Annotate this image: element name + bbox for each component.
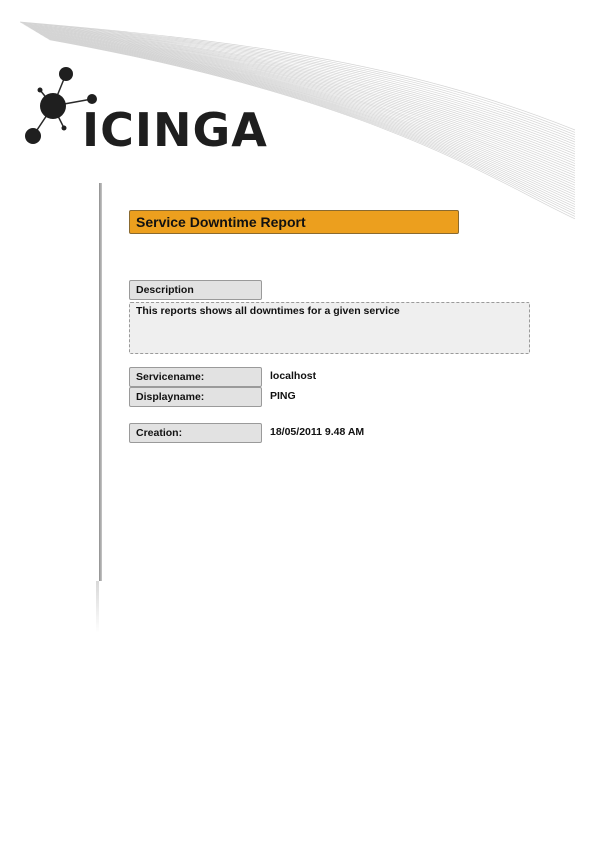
- displayname-value: PING: [270, 390, 296, 402]
- description-text: This reports shows all downtimes for a g…: [129, 302, 530, 354]
- displayname-label: Displayname:: [129, 387, 262, 407]
- creation-label: Creation:: [129, 423, 262, 443]
- left-vertical-rule: [99, 183, 102, 581]
- report-title: Service Downtime Report: [129, 210, 459, 234]
- servicename-value: localhost: [270, 370, 317, 382]
- servicename-label: Servicename:: [129, 367, 262, 387]
- left-vertical-rule-fade: [96, 581, 99, 633]
- logo-wordmark: ICINGA: [82, 103, 268, 157]
- description-label: Description: [129, 280, 262, 300]
- creation-value: 18/05/2011 9.48 AM: [270, 426, 365, 438]
